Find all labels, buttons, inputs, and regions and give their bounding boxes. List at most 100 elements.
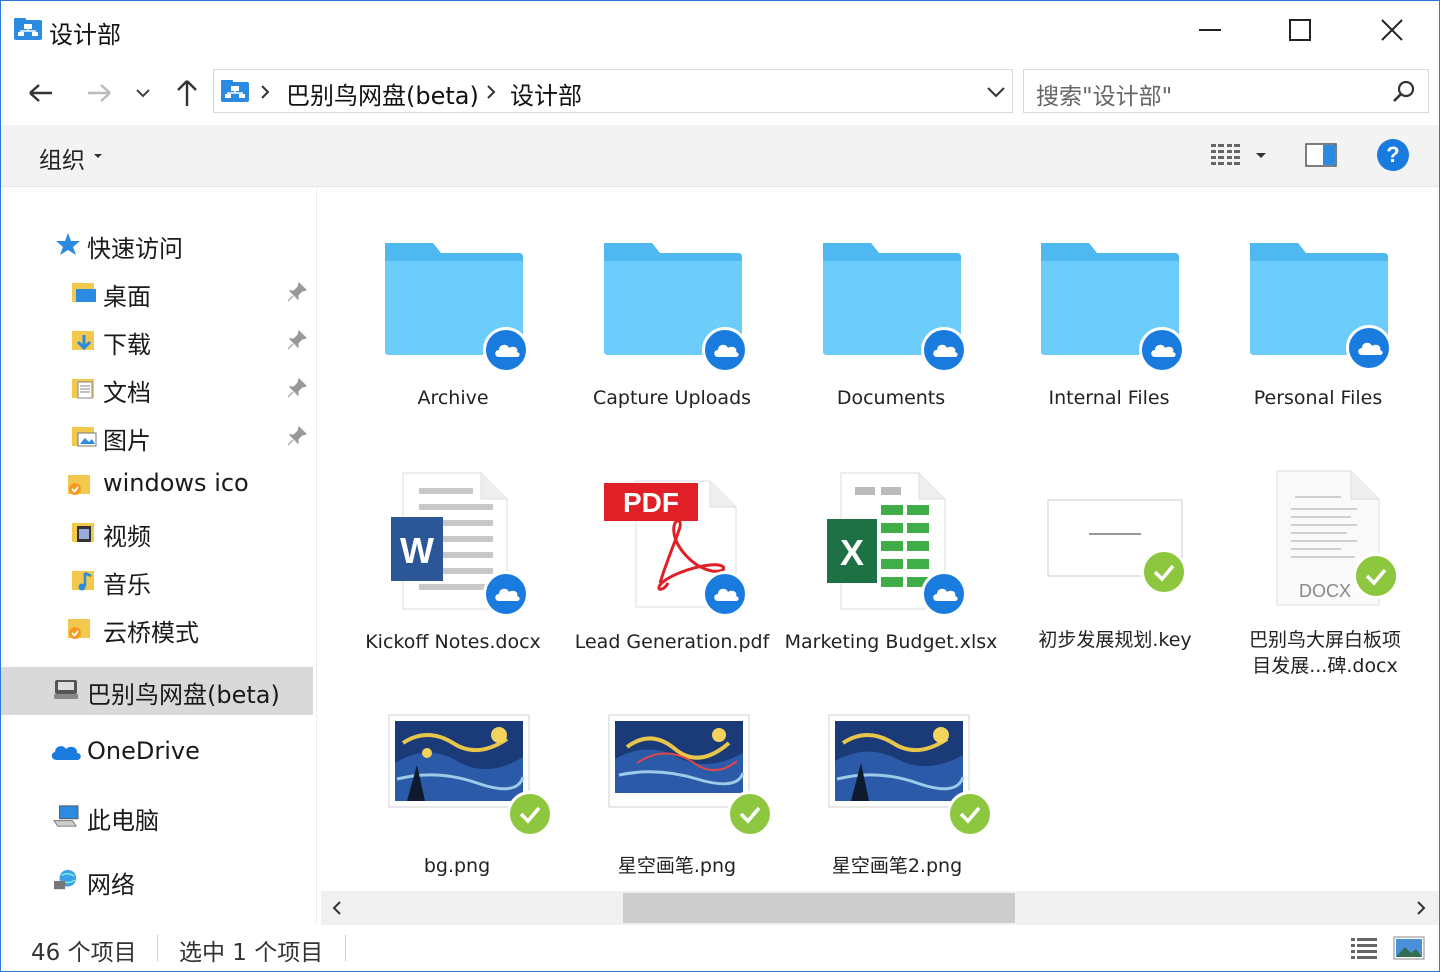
computer-icon — [53, 805, 79, 827]
maximize-button[interactable] — [1255, 1, 1345, 59]
search-box[interactable]: 搜索"设计部" — [1023, 69, 1429, 113]
cloud-sync-badge-icon — [483, 327, 529, 373]
file-name: Documents — [836, 387, 946, 409]
arrow-right-icon — [88, 84, 111, 102]
breadcrumb-folder[interactable]: 设计部 — [510, 76, 582, 111]
sidebar-item-this-pc[interactable]: 此电脑 — [1, 793, 317, 839]
cloud-sync-badge-icon — [1139, 327, 1185, 373]
sidebar-item-desktop[interactable]: 桌面 — [1, 269, 317, 315]
caret-down-icon — [94, 154, 102, 158]
sidebar-label: windows ico — [103, 469, 249, 497]
horizontal-scrollbar[interactable] — [321, 891, 1439, 925]
file-name: Kickoff Notes.docx — [365, 631, 541, 653]
cloud-sync-badge-icon — [483, 571, 529, 617]
large-icons-view-icon[interactable] — [1393, 935, 1425, 961]
chevron-right-icon — [1417, 901, 1426, 915]
file-item-personal-files[interactable]: Personal Files — [1218, 239, 1418, 419]
explorer-window: 设计部 巴别鸟网盘(beta) 设计部 搜索"设计部" 组织 ? 快速访问 桌面… — [0, 0, 1440, 972]
address-dropdown-button[interactable] — [984, 82, 1008, 102]
file-item-bg-png[interactable]: bg.png — [357, 713, 557, 891]
address-bar[interactable]: 巴别鸟网盘(beta) 设计部 — [213, 69, 1013, 113]
search-icon[interactable] — [1392, 80, 1416, 104]
breadcrumb-drive[interactable]: 巴别鸟网盘(beta) — [286, 76, 479, 111]
file-name: Personal Files — [1253, 387, 1383, 409]
sidebar-label: 此电脑 — [87, 807, 159, 835]
scroll-left-button[interactable] — [327, 897, 347, 919]
view-options-icon[interactable] — [1209, 141, 1241, 171]
network-drive-icon — [54, 680, 78, 699]
pin-icon[interactable] — [286, 425, 308, 447]
pictures-folder-icon — [72, 427, 97, 447]
chevron-right-icon[interactable] — [260, 85, 270, 99]
preview-pane-icon[interactable] — [1305, 142, 1337, 168]
sidebar-label: OneDrive — [87, 737, 200, 765]
details-view-icon[interactable] — [1349, 935, 1379, 961]
sidebar-label: 快速访问 — [87, 235, 183, 263]
caret-down-icon[interactable] — [1255, 152, 1267, 160]
file-item-initial-plan-key[interactable]: 初步发展规划.key — [1015, 471, 1215, 671]
sidebar-item-pictures[interactable]: 图片 — [1, 413, 317, 459]
chevron-down-icon — [136, 89, 150, 98]
image-thumbnail-icon — [388, 714, 530, 808]
organize-menu[interactable]: 组织 — [39, 141, 85, 175]
sidebar-item-videos[interactable]: 视频 — [1, 509, 317, 555]
sidebar-item-downloads[interactable]: 下载 — [1, 317, 317, 363]
back-button[interactable] — [23, 73, 59, 113]
documents-folder-icon — [72, 379, 94, 399]
sidebar-label: 下载 — [103, 331, 151, 359]
file-name: Archive — [417, 387, 489, 409]
file-item-marketing-budget[interactable]: X Marketing Budget.xlsx — [785, 471, 997, 671]
up-button[interactable] — [169, 73, 205, 113]
navigation-pane: 快速访问 桌面 下载 文档 图片 windows ico 视频 音乐 云桥模式 … — [1, 187, 317, 923]
onedrive-cloud-icon — [51, 746, 81, 760]
excel-letter: X — [840, 532, 864, 573]
file-name: Lead Generation.pdf — [574, 631, 770, 653]
file-item-internal-files[interactable]: Internal Files — [1009, 239, 1209, 419]
command-bar: 组织 ? — [1, 125, 1439, 187]
sidebar-item-cloud-bridge[interactable]: 云桥模式 — [1, 605, 317, 651]
status-bar: 46 个项目 选中 1 个项目 — [1, 925, 1439, 971]
scroll-right-button[interactable] — [1411, 897, 1431, 919]
file-item-starry-brush2-png[interactable]: 星空画笔2.png — [797, 713, 997, 891]
chevron-right-icon[interactable] — [486, 85, 496, 99]
minimize-button[interactable] — [1165, 1, 1255, 59]
check-sync-badge-icon — [1141, 549, 1187, 595]
file-item-starry-brush-png[interactable]: 星空画笔.png — [577, 713, 777, 891]
sidebar-item-documents[interactable]: 文档 — [1, 365, 317, 411]
file-item-documents[interactable]: Documents — [791, 239, 991, 419]
videos-folder-icon — [72, 523, 94, 542]
file-name: Marketing Budget.xlsx — [784, 631, 998, 653]
file-item-kickoff-notes[interactable]: W Kickoff Notes.docx — [353, 471, 553, 671]
title-bar: 设计部 — [1, 1, 1439, 61]
check-sync-badge-icon — [727, 791, 773, 837]
help-button[interactable]: ? — [1377, 139, 1409, 171]
recent-locations-button[interactable] — [129, 73, 157, 113]
scrollbar-thumb[interactable] — [623, 893, 1015, 923]
pin-icon[interactable] — [286, 377, 308, 399]
file-item-archive[interactable]: Archive — [353, 239, 553, 419]
word-letter: W — [400, 530, 434, 571]
file-item-lead-generation[interactable]: PDF Lead Generation.pdf — [572, 471, 772, 671]
file-name: bg.png — [423, 855, 491, 877]
pin-icon[interactable] — [286, 329, 308, 351]
sidebar-item-network[interactable]: 网络 — [1, 857, 317, 903]
sidebar-label: 网络 — [87, 871, 135, 899]
sidebar-item-windows-ico[interactable]: windows ico — [1, 461, 317, 507]
sidebar-item-quick-access[interactable]: 快速访问 — [1, 221, 317, 267]
file-item-babel-whiteboard-docx[interactable]: DOCX 巴别鸟大屏白板项 目发展...碑.docx — [1225, 469, 1425, 679]
close-button[interactable] — [1347, 1, 1437, 59]
cloud-sync-badge-icon — [702, 327, 748, 373]
pin-icon[interactable] — [286, 281, 308, 303]
search-placeholder: 搜索"设计部" — [1036, 84, 1173, 110]
sidebar-item-onedrive[interactable]: OneDrive — [1, 729, 317, 775]
maximize-icon — [1289, 19, 1311, 41]
forward-button[interactable] — [81, 73, 117, 113]
downloads-folder-icon — [72, 331, 94, 351]
file-item-capture-uploads[interactable]: Capture Uploads — [572, 239, 772, 419]
arrow-left-icon — [29, 84, 52, 102]
file-name: 巴别鸟大屏白板项 目发展...碑.docx — [1205, 627, 1439, 679]
sidebar-item-babel-drive[interactable]: 巴别鸟网盘(beta) — [1, 667, 313, 715]
sidebar-item-music[interactable]: 音乐 — [1, 557, 317, 603]
file-name: 星空画笔.png — [617, 855, 737, 877]
sidebar-label: 桌面 — [103, 283, 151, 311]
